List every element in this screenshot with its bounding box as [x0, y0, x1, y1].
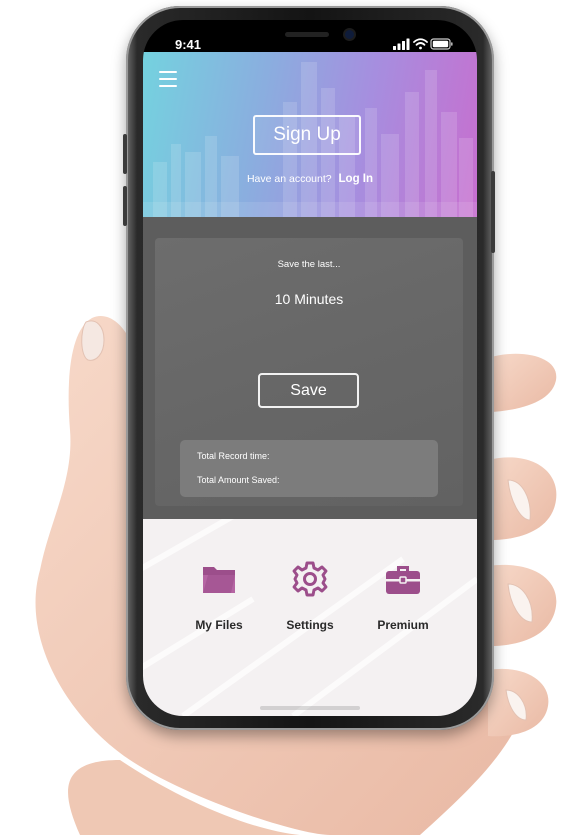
nav-label-premium: Premium: [377, 618, 429, 632]
bottom-navigation: My Files Settings Premium: [143, 519, 477, 716]
save-button[interactable]: Save: [258, 373, 359, 408]
nav-premium[interactable]: Premium: [363, 559, 443, 632]
stats-box: Total Record time: Total Amount Saved:: [180, 440, 438, 497]
status-icons: [393, 38, 453, 50]
nav-label-my-files: My Files: [195, 618, 243, 632]
recorder-panel: Save the last... 10 Minutes Save Total R…: [143, 217, 477, 519]
log-in-link[interactable]: Log In: [339, 173, 374, 185]
total-record-time-label: Total Record time:: [197, 451, 270, 461]
duration-selector[interactable]: 10 Minutes: [155, 291, 463, 307]
volume-down-button: [123, 186, 127, 226]
front-camera: [345, 30, 354, 39]
battery-icon: [430, 38, 453, 50]
nav-my-files[interactable]: My Files: [179, 559, 259, 632]
signal-icon: [393, 38, 410, 50]
wifi-icon: [413, 38, 428, 50]
power-button: [491, 171, 495, 253]
account-prompt-text: Have an account?: [246, 173, 332, 185]
phone-screen: 9:41 Sign Up Have an account? Log In Sav…: [143, 20, 477, 716]
briefcase-icon: [386, 566, 420, 594]
sign-up-button[interactable]: Sign Up: [253, 115, 361, 155]
header-banner: Sign Up Have an account? Log In: [143, 52, 477, 217]
volume-up-button: [123, 134, 127, 174]
notch: [219, 20, 401, 52]
home-indicator: [260, 706, 360, 710]
folder-icon: [203, 567, 235, 593]
account-prompt-line: Have an account? Log In: [143, 173, 477, 185]
speaker-grille: [285, 32, 329, 37]
save-the-last-label: Save the last...: [277, 259, 341, 270]
status-time: 9:41: [175, 37, 202, 52]
gear-icon: [292, 561, 328, 597]
nav-settings[interactable]: Settings: [270, 559, 350, 632]
hamburger-menu-icon[interactable]: [159, 71, 177, 87]
save-card: Save the last... 10 Minutes Save Total R…: [155, 238, 463, 506]
total-amount-saved-label: Total Amount Saved:: [197, 475, 280, 485]
nav-label-settings: Settings: [286, 618, 334, 632]
phone-frame: 9:41 Sign Up Have an account? Log In Sav…: [123, 6, 495, 730]
